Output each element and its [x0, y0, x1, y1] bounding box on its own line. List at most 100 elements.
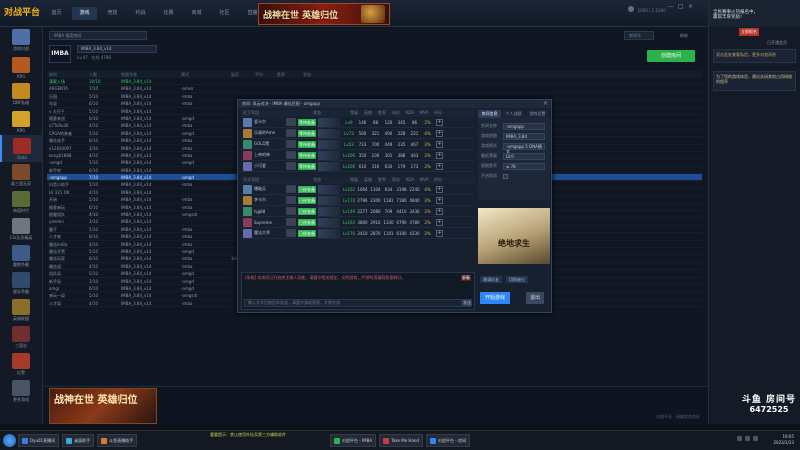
settings-tab[interactable]: 个人战绩: [502, 110, 525, 118]
create-room-button[interactable]: 创建房间: [647, 50, 695, 62]
sidebar-item[interactable]: CS/反恐精英: [0, 216, 42, 243]
nav-tab-3[interactable]: 约战: [128, 7, 153, 20]
taskbar-task[interactable]: Take Me Hand: [379, 434, 423, 447]
refresh-button[interactable]: 刷新: [666, 31, 702, 40]
chat-block-button[interactable]: 屏蔽: [461, 275, 471, 281]
player-slot[interactable]: hjg88 已经准备 Lv149 2277 2080 709 4410 3430 2% +: [241, 206, 475, 217]
settings-field[interactable]: ≤ 78: [503, 162, 545, 170]
add-friend-icon[interactable]: +: [436, 140, 443, 148]
player-slot[interactable]: 乐观的Ame 等待准备 Lv73 500 321 490 228 221 4% +: [241, 128, 475, 139]
start-button[interactable]: [3, 434, 16, 447]
table-cell: IMBA_3.84_v14: [121, 145, 152, 151]
nav-tab-5[interactable]: 商城: [184, 7, 209, 20]
column-header[interactable]: 状态: [301, 71, 341, 78]
taskbar-task[interactable]: 桌面助手: [62, 434, 95, 447]
column-header[interactable]: 模式: [179, 71, 229, 78]
sidebar-item[interactable]: 红警: [0, 351, 42, 378]
add-friend-icon[interactable]: +: [436, 118, 443, 126]
settings-field[interactable]: LV.0: [503, 152, 545, 160]
column-header[interactable]: 胜率: [275, 71, 301, 78]
close-icon[interactable]: ×: [688, 4, 694, 10]
settings-tab[interactable]: 房间信息: [478, 110, 501, 118]
chat-input[interactable]: 输入文字后按回车发送，请遵守游戏规则，文明交流: [244, 299, 462, 307]
rank-icon: [286, 151, 296, 159]
maximize-icon[interactable]: □: [678, 4, 684, 10]
sidebar-item[interactable]: Dota: [0, 135, 42, 162]
signup-button[interactable]: 立即报名: [739, 28, 759, 36]
spectate-checkbox[interactable]: [503, 173, 508, 179]
swap-seat-button[interactable]: 切换座位: [506, 276, 528, 283]
add-friend-icon[interactable]: +: [436, 218, 443, 226]
invite-button[interactable]: 邀请好友: [480, 276, 502, 283]
sidebar-item[interactable]: 游戏对战: [0, 27, 42, 54]
player-slot[interactable]: 魔法大师 已经准备 Lv176 3410 2870 1101 6100 4230 2% +: [241, 228, 475, 239]
sidebar-item[interactable]: DNF私服: [0, 81, 42, 108]
add-friend-icon[interactable]: +: [436, 207, 443, 215]
quit-button[interactable]: 退出: [526, 292, 544, 304]
nav-tab-4[interactable]: 比赛: [156, 7, 181, 20]
add-friend-icon[interactable]: +: [436, 185, 443, 193]
settings-field[interactable]: -omgapp 5 DNA模式: [503, 142, 545, 154]
game-ad-image[interactable]: 绝地求生: [478, 208, 550, 264]
table-cell: -imba: [181, 123, 193, 129]
table-cell: 7/10: [89, 175, 98, 181]
add-friend-icon[interactable]: +: [436, 129, 443, 137]
top-banner-ad[interactable]: 战神在世 英雄归位: [258, 3, 390, 25]
nav-tab-2[interactable]: 竞技: [100, 7, 125, 20]
column-header[interactable]: 人数: [87, 71, 119, 78]
add-friend-icon[interactable]: +: [436, 151, 443, 159]
taskbar-task[interactable]: 对战平台 - IMBA: [330, 434, 377, 447]
bottom-ad-banner[interactable]: 战神在世 英雄归位: [49, 388, 157, 424]
nav-tab-1[interactable]: 游戏: [72, 7, 97, 20]
settings-form: 房间名称 -omgapp 游戏地图 IMBA_3.84 游戏模式 -omgapp 5 DN…: [478, 118, 550, 200]
table-row[interactable]: ARGENTA 7/10 IMBA_3.84_v14 -omsir: [47, 85, 702, 93]
start-game-button[interactable]: 开始游戏: [480, 292, 510, 304]
settings-field[interactable]: -omgapp: [503, 122, 545, 130]
room-search-input[interactable]: IMBA 搜索房间: [49, 31, 147, 40]
player-slot[interactable]: 爆破兵 已经准备 Lv162 1064 1104 934 3198 2240 4% +: [241, 184, 475, 195]
room-number-input[interactable]: 房间号: [624, 31, 654, 40]
taskbar-task[interactable]: 斗鱼直播助手: [97, 434, 138, 447]
player-slot[interactable]: Supreme 已经准备 Lv193 3800 2910 1330 6790 4780 2% +: [241, 217, 475, 228]
player-slot[interactable]: GOLD黑 等待准备 Lv53 723 700 449 235 467 2% +: [241, 139, 475, 150]
column-header[interactable]: 平均: [253, 71, 275, 78]
sidebar-item[interactable]: 帝国时代: [0, 189, 42, 216]
settings-tab[interactable]: 游戏设置: [526, 110, 549, 118]
column-header[interactable]: 房间: [47, 71, 87, 78]
ime-icon[interactable]: [753, 436, 758, 441]
sidebar-item[interactable]: 更多游戏: [0, 378, 42, 405]
taskbar-task[interactable]: Dyu01直播间: [18, 434, 60, 447]
sidebar-item[interactable]: 英雄联盟: [0, 297, 42, 324]
add-friend-icon[interactable]: +: [436, 162, 443, 170]
user-avatar-icon[interactable]: [628, 6, 634, 12]
sidebar-item[interactable]: 星际争霸: [0, 270, 42, 297]
table-row[interactable]: 满载入场 10/10 IMBA_3.84_v14: [47, 78, 702, 86]
player-slot[interactable]: 小可爱 等待准备 Lv106 610 316 630 179 173 2% +: [241, 161, 475, 172]
nav-tab-6[interactable]: 社区: [212, 7, 237, 20]
settings-field[interactable]: IMBA_3.84: [503, 132, 545, 140]
sidebar-item[interactable]: 三国志: [0, 324, 42, 351]
player-slot[interactable]: 爱卡尔 等待准备 Lv9 146 68 120 345 86 2% +: [241, 117, 475, 128]
clock[interactable]: 19:05 2023/1/23: [773, 434, 794, 446]
table-cell: [301, 78, 341, 84]
add-friend-icon[interactable]: +: [436, 229, 443, 237]
sidebar-item[interactable]: RPG: [0, 108, 42, 135]
player-slot[interactable]: 李卡尔 已经准备 Lv170 2796 2300 1181 7180 4840 2% +: [241, 195, 475, 206]
game-icon: [12, 56, 30, 73]
column-header[interactable]: 地图名称: [119, 71, 179, 78]
chat-send-button[interactable]: 发送: [462, 299, 472, 307]
dialog-close-icon[interactable]: ×: [543, 100, 548, 108]
column-header[interactable]: 延迟: [229, 71, 253, 78]
player-slot[interactable]: 上帝的神 等待准备 Lv106 350 100 301 388 443 2% +: [241, 150, 475, 161]
sidebar-item[interactable]: 魔兽争霸: [0, 243, 42, 270]
network-icon[interactable]: [737, 436, 742, 441]
volume-icon[interactable]: [745, 436, 750, 441]
sidebar-item[interactable]: RPG: [0, 54, 42, 81]
map-select[interactable]: IMBA_3.84_v14: [77, 45, 157, 53]
nav-tab-0[interactable]: 首页: [44, 7, 69, 20]
message-box[interactable]: 双击此处查看私信，更多对战消息: [713, 49, 796, 63]
add-friend-icon[interactable]: +: [436, 196, 443, 204]
taskbar-task[interactable]: 对战平台 - 房间: [425, 434, 470, 447]
minimize-icon[interactable]: —: [668, 4, 674, 10]
sidebar-item[interactable]: 真三国无双: [0, 162, 42, 189]
